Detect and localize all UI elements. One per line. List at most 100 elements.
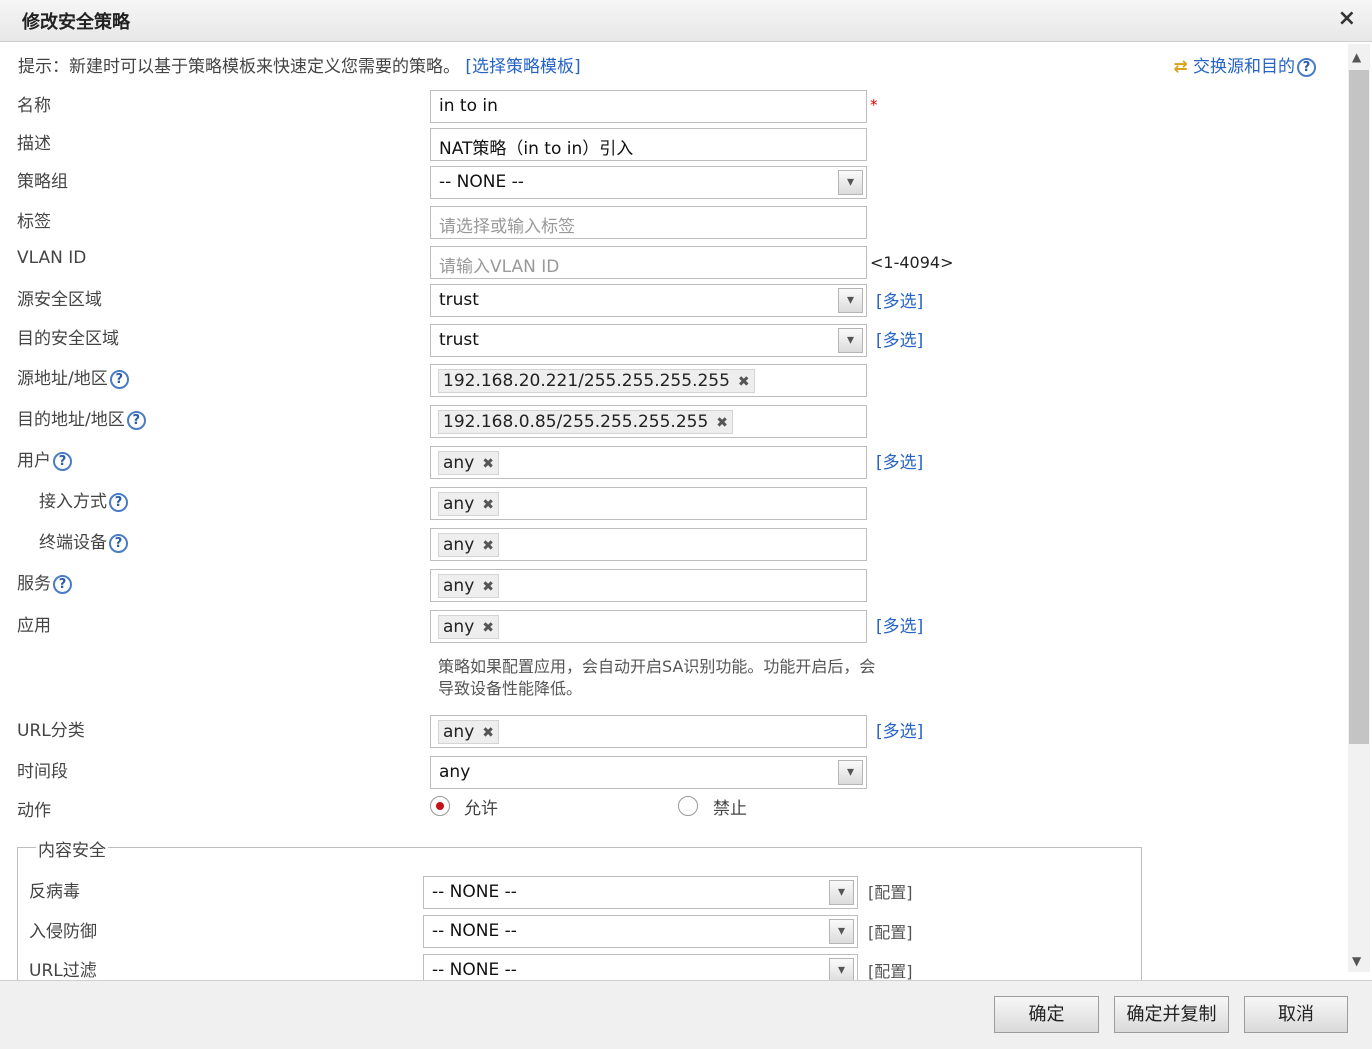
ips-config-link[interactable]: [配置]: [868, 919, 913, 943]
remove-tag-icon[interactable]: ✖: [482, 538, 494, 554]
service-input[interactable]: any ✖: [430, 569, 867, 602]
user-tag: any ✖: [438, 451, 499, 475]
dialog-titlebar: 修改安全策略 ×: [0, 0, 1372, 42]
tags-input[interactable]: 请选择或输入标签: [430, 206, 867, 239]
url-filter-label: URL过滤: [29, 961, 97, 980]
content-security-group: 内容安全 反病毒 -- NONE -- ▾ [配置] 入侵防御 -- NONE -…: [17, 836, 1142, 980]
application-label: 应用: [17, 616, 51, 636]
action-label: 动作: [17, 801, 51, 821]
user-input[interactable]: any ✖: [430, 446, 867, 479]
description-input[interactable]: NAT策略（in to in）引入: [430, 128, 867, 161]
vlan-placeholder: 请输入VLAN ID: [439, 257, 560, 277]
url-filter-select[interactable]: -- NONE -- ▾: [423, 954, 858, 980]
scroll-down-icon[interactable]: ▼: [1352, 954, 1361, 968]
terminal-device-tag: any ✖: [438, 533, 499, 557]
remove-tag-icon[interactable]: ✖: [482, 620, 494, 636]
ips-value: -- NONE --: [432, 921, 517, 941]
description-value: NAT策略（in to in）引入: [439, 139, 634, 159]
source-zone-label: 源安全区域: [17, 290, 102, 310]
scroll-up-icon[interactable]: ▲: [1352, 50, 1361, 64]
ok-copy-button[interactable]: 确定并复制: [1114, 996, 1229, 1033]
vertical-scrollbar[interactable]: ▲ ▼: [1348, 44, 1370, 972]
dest-address-tag: 192.168.0.85/255.255.255.255 ✖: [438, 410, 734, 434]
source-address-tag: 192.168.20.221/255.255.255.255 ✖: [438, 369, 755, 393]
application-input[interactable]: any ✖: [430, 610, 867, 643]
policy-group-select[interactable]: -- NONE -- ▾: [430, 166, 867, 199]
antivirus-select[interactable]: -- NONE -- ▾: [423, 876, 858, 909]
access-method-tag: any ✖: [438, 492, 499, 516]
scrollbar-thumb[interactable]: [1349, 70, 1369, 744]
source-address-input[interactable]: 192.168.20.221/255.255.255.255 ✖: [430, 364, 867, 397]
chevron-down-icon[interactable]: ▾: [838, 328, 863, 353]
help-icon[interactable]: ?: [109, 369, 129, 389]
vlan-input[interactable]: 请输入VLAN ID: [430, 246, 867, 279]
user-multi[interactable]: [多选]: [876, 448, 923, 473]
antivirus-label: 反病毒: [29, 882, 80, 902]
remove-tag-icon[interactable]: ✖: [482, 725, 494, 741]
dest-zone-multi[interactable]: [多选]: [876, 326, 923, 351]
remove-tag-icon[interactable]: ✖: [482, 579, 494, 595]
help-icon[interactable]: ?: [1297, 57, 1316, 77]
application-note: 策略如果配置应用，会自动开启SA识别功能。功能开启后，会导致设备性能降低。: [438, 657, 876, 698]
select-template-link[interactable]: [选择策略模板]: [465, 57, 580, 77]
terminal-device-input[interactable]: any ✖: [430, 528, 867, 561]
url-category-multi[interactable]: [多选]: [876, 717, 923, 742]
service-label: 服务?: [17, 569, 72, 594]
name-label: 名称: [17, 96, 51, 116]
antivirus-config-link[interactable]: [配置]: [868, 879, 913, 903]
application-multi[interactable]: [多选]: [876, 612, 923, 637]
terminal-device-label: 终端设备?: [39, 528, 128, 553]
swap-source-dest[interactable]: ⇄ 交换源和目的?: [1173, 52, 1316, 77]
swap-icon: ⇄: [1173, 57, 1188, 77]
swap-link[interactable]: 交换源和目的: [1193, 57, 1295, 77]
remove-tag-icon[interactable]: ✖: [482, 456, 494, 472]
vlan-range: <1-4094>: [870, 253, 954, 272]
source-zone-value: trust: [439, 290, 479, 310]
dest-zone-select[interactable]: trust ▾: [430, 324, 867, 357]
chevron-down-icon[interactable]: ▾: [838, 288, 863, 313]
deny-label: 禁止: [713, 799, 747, 819]
time-range-select[interactable]: any ▾: [430, 756, 867, 789]
remove-tag-icon[interactable]: ✖: [738, 374, 750, 390]
application-tag: any ✖: [438, 615, 499, 639]
allow-label: 允许: [464, 799, 498, 819]
dest-zone-label: 目的安全区域: [17, 329, 119, 349]
cancel-button[interactable]: 取消: [1244, 996, 1348, 1033]
dest-address-input[interactable]: 192.168.0.85/255.255.255.255 ✖: [430, 405, 867, 438]
tags-placeholder: 请选择或输入标签: [439, 217, 575, 237]
dest-zone-value: trust: [439, 330, 479, 350]
ips-select[interactable]: -- NONE -- ▾: [423, 915, 858, 948]
remove-tag-icon[interactable]: ✖: [716, 415, 728, 431]
url-category-input[interactable]: any ✖: [430, 715, 867, 748]
name-input[interactable]: in to in: [430, 90, 867, 123]
help-icon[interactable]: ?: [53, 574, 72, 594]
user-label: 用户?: [17, 446, 72, 471]
help-icon[interactable]: ?: [109, 533, 128, 553]
time-range-value: any: [439, 762, 471, 782]
chevron-down-icon[interactable]: ▾: [829, 880, 854, 905]
chevron-down-icon[interactable]: ▾: [838, 170, 863, 195]
access-method-label: 接入方式?: [39, 487, 128, 512]
remove-tag-icon[interactable]: ✖: [482, 497, 494, 513]
chevron-down-icon[interactable]: ▾: [829, 958, 854, 980]
url-filter-config-link[interactable]: [配置]: [868, 958, 913, 980]
source-zone-multi[interactable]: [多选]: [876, 287, 923, 312]
content-security-legend: 内容安全: [36, 836, 108, 861]
help-icon[interactable]: ?: [53, 451, 72, 471]
source-zone-select[interactable]: trust ▾: [430, 284, 867, 317]
allow-radio[interactable]: [430, 796, 450, 816]
url-filter-value: -- NONE --: [432, 960, 517, 980]
help-icon[interactable]: ?: [126, 410, 146, 430]
policy-group-value: -- NONE --: [439, 172, 524, 192]
chevron-down-icon[interactable]: ▾: [838, 760, 863, 785]
dest-address-label: 目的地址/地区?: [17, 405, 146, 430]
close-icon[interactable]: ×: [1338, 6, 1356, 32]
service-tag: any ✖: [438, 574, 499, 598]
access-method-input[interactable]: any ✖: [430, 487, 867, 520]
deny-radio[interactable]: [678, 796, 698, 816]
chevron-down-icon[interactable]: ▾: [829, 919, 854, 944]
ok-button[interactable]: 确定: [994, 996, 1099, 1033]
hint: 提示：新建时可以基于策略模板来快速定义您需要的策略。 [选择策略模板]: [18, 52, 581, 77]
help-icon[interactable]: ?: [109, 492, 128, 512]
url-category-label: URL分类: [17, 721, 85, 741]
